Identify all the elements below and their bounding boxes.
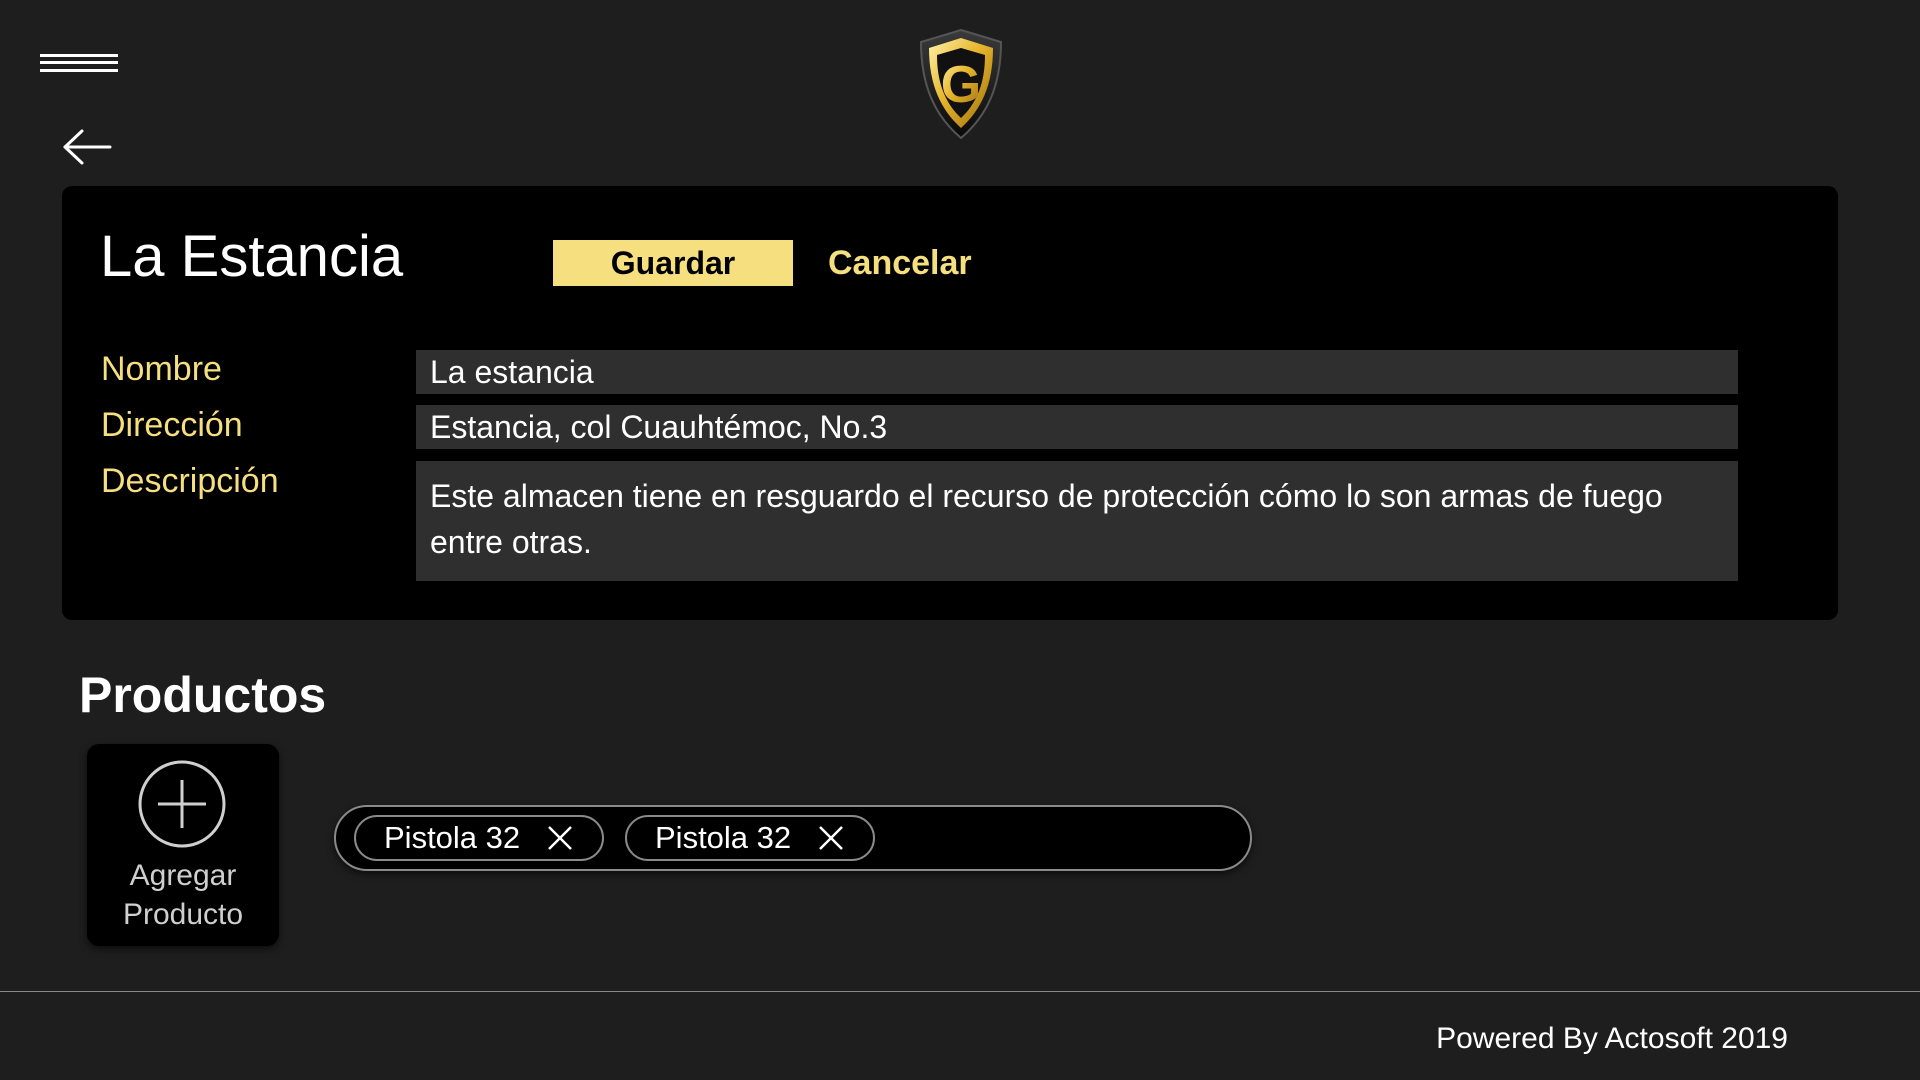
product-chip: Pistola 32 xyxy=(625,815,876,861)
save-button[interactable]: Guardar xyxy=(553,240,793,286)
nombre-label: Nombre xyxy=(101,350,222,388)
direccion-label: Dirección xyxy=(101,406,243,444)
page-title: La Estancia xyxy=(100,224,404,289)
descripcion-field[interactable]: Este almacen tiene en resguardo el recur… xyxy=(416,461,1738,581)
svg-text:G: G xyxy=(941,56,981,114)
nombre-field[interactable]: La estancia xyxy=(416,350,1738,394)
product-chip-label: Pistola 32 xyxy=(384,820,521,855)
add-product-button[interactable]: Agregar Producto xyxy=(87,744,279,946)
plus-circle-icon xyxy=(138,760,226,848)
footer-credit: Powered By Actosoft 2019 xyxy=(1436,1022,1788,1055)
store-details-card: La Estancia Guardar Cancelar Nombre La e… xyxy=(62,186,1838,620)
add-product-label: Agregar Producto xyxy=(87,856,279,934)
descripcion-label: Descripción xyxy=(101,462,279,500)
cancel-button[interactable]: Cancelar xyxy=(820,240,980,286)
hamburger-menu-icon[interactable] xyxy=(40,54,120,88)
logo-shield-icon: G xyxy=(919,28,1003,140)
footer-divider xyxy=(0,991,1920,992)
products-section-title: Productos xyxy=(79,667,327,723)
close-icon[interactable] xyxy=(546,824,574,852)
close-icon[interactable] xyxy=(817,824,845,852)
direccion-field[interactable]: Estancia, col Cuauhtémoc, No.3 xyxy=(416,405,1738,449)
page: G La Estancia Guardar Cancelar Nombre La… xyxy=(0,0,1920,1080)
add-product-label-line2: Producto xyxy=(122,898,244,931)
product-chip-label: Pistola 32 xyxy=(655,820,792,855)
arrow-left-icon[interactable] xyxy=(62,128,112,166)
add-product-label-line1: Agregar xyxy=(129,859,237,892)
product-chip: Pistola 32 xyxy=(354,815,605,861)
product-chips-list: Pistola 32 Pistola 32 xyxy=(334,805,1252,871)
